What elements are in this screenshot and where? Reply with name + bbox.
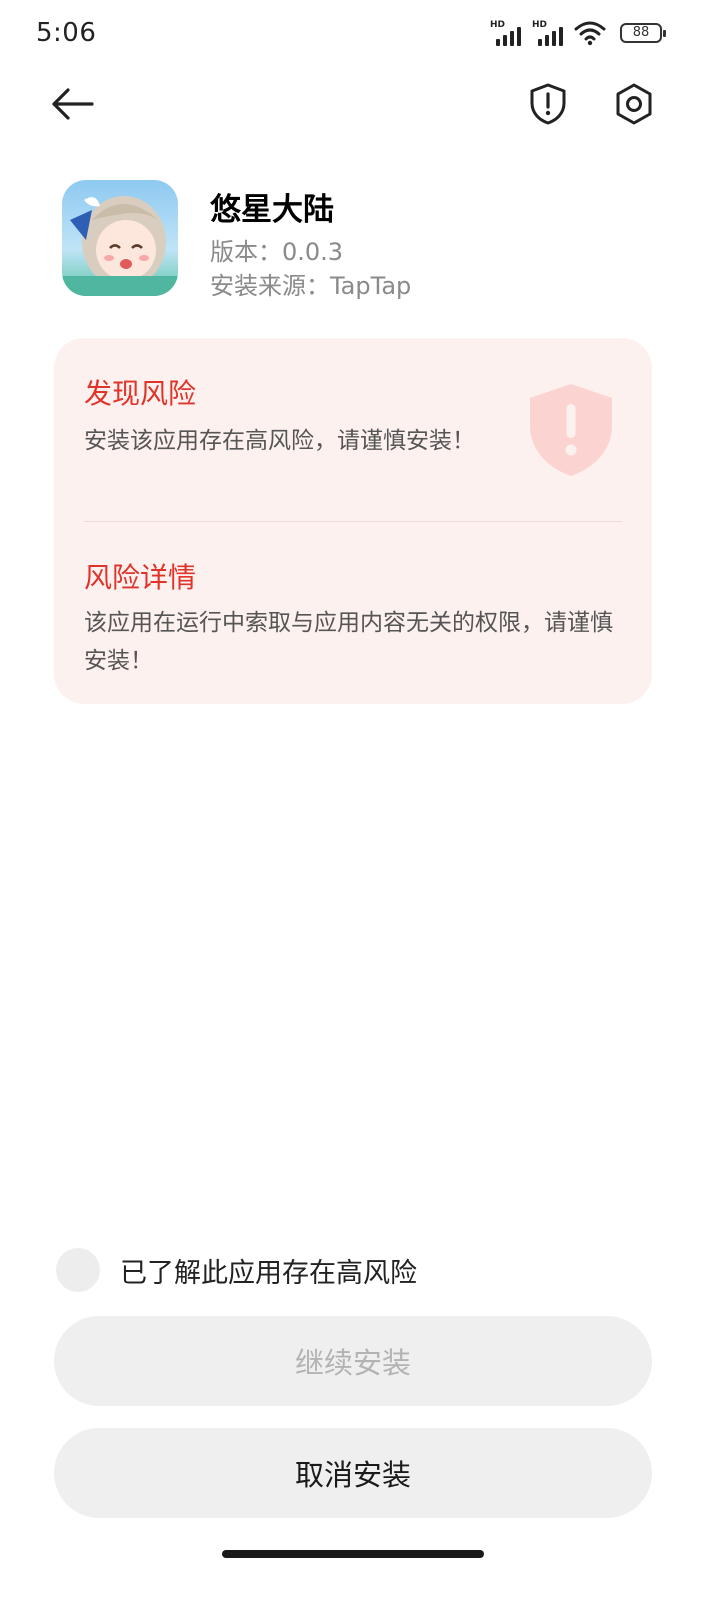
top-app-bar bbox=[0, 68, 720, 138]
app-info: 悠星大陆 版本：0.0.3 安装来源：TapTap bbox=[62, 180, 662, 300]
risk-title: 发现风险 bbox=[84, 377, 197, 410]
app-source: 安装来源：TapTap bbox=[210, 272, 412, 300]
card-divider bbox=[84, 521, 622, 522]
app-name: 悠星大陆 bbox=[210, 192, 334, 228]
continue-install-button[interactable]: 继续安装 bbox=[54, 1316, 652, 1406]
acknowledge-label[interactable]: 已了解此应用存在高风险 bbox=[120, 1251, 417, 1290]
install-risk-screen: 5:06 HD HD 88 悠星大陆 版本：0.0.3 安装来源：TapTap … bbox=[0, 0, 720, 1600]
status-time: 5:06 bbox=[36, 18, 97, 48]
status-bar: 5:06 HD HD 88 bbox=[0, 0, 720, 68]
status-icons: HD HD 88 bbox=[490, 20, 666, 46]
signal-hd-icon: HD bbox=[490, 20, 524, 46]
shield-warning-icon bbox=[530, 384, 612, 476]
battery-icon: 88 bbox=[620, 23, 666, 43]
settings-icon bbox=[616, 83, 652, 125]
settings-button[interactable] bbox=[610, 80, 658, 128]
risk-description: 安装该应用存在高风险，请谨慎安装！ bbox=[84, 428, 475, 454]
cancel-install-button[interactable]: 取消安装 bbox=[54, 1428, 652, 1518]
back-button[interactable] bbox=[48, 80, 96, 128]
risk-detail-title: 风险详情 bbox=[84, 561, 197, 594]
app-version: 版本：0.0.3 bbox=[210, 238, 344, 266]
risk-detail-description: 该应用在运行中索取与应用内容无关的权限，请谨慎安装！ bbox=[84, 610, 613, 674]
security-button[interactable] bbox=[524, 80, 572, 128]
app-icon bbox=[62, 180, 178, 296]
wifi-icon bbox=[574, 21, 606, 46]
acknowledge-checkbox[interactable] bbox=[56, 1248, 100, 1292]
home-indicator[interactable] bbox=[222, 1550, 484, 1558]
back-arrow-icon bbox=[52, 88, 94, 120]
acknowledge-risk-checkbox-row[interactable]: 已了解此应用存在高风险 bbox=[56, 1248, 417, 1292]
risk-card: 发现风险 安装该应用存在高风险，请谨慎安装！ 风险详情 该应用在运行中索取与应用… bbox=[54, 338, 652, 704]
signal-hd-icon: HD bbox=[532, 20, 566, 46]
shield-alert-icon bbox=[530, 83, 566, 125]
